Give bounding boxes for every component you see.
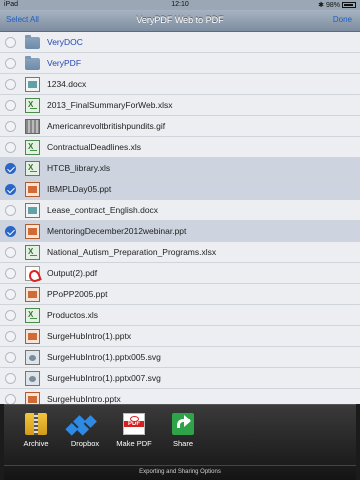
clock: 12:10 [171, 1, 189, 8]
list-item[interactable]: IBMPLDay05.ppt [0, 179, 360, 200]
list-item[interactable]: SurgeHubIntro(1).pptx005.svg [0, 347, 360, 368]
file-name: SurgeHubIntro(1).pptx005.svg [47, 352, 161, 362]
file-name: SurgeHubIntro(1).pptx [47, 331, 132, 341]
bluetooth-icon: ✱ [318, 2, 324, 9]
doc-icon [25, 203, 40, 218]
xls-icon [25, 98, 40, 113]
checkmark-icon[interactable] [5, 163, 16, 174]
checkmark-icon[interactable] [5, 226, 16, 237]
status-bar: iPad 12:10 ✱ 98% [0, 0, 360, 10]
checkbox-circle-icon[interactable] [5, 394, 16, 404]
list-item[interactable]: VeryDOC [0, 32, 360, 53]
file-name: HTCB_library.xls [47, 163, 111, 173]
list-item[interactable]: National_Autism_Preparation_Programs.xls… [0, 242, 360, 263]
list-item[interactable]: SurgeHubIntro(1).pptx007.svg [0, 368, 360, 389]
folder-icon [25, 35, 40, 49]
archive-button[interactable]: Archive [16, 413, 56, 448]
divider [4, 465, 356, 466]
file-name: MentoringDecember2012webinar.ppt [47, 226, 187, 236]
checkbox-circle-icon[interactable] [5, 205, 16, 216]
folder-icon [25, 56, 40, 70]
navigation-bar: Select All VeryPDF Web to PDF Done [0, 10, 360, 32]
checkbox-circle-icon[interactable] [5, 310, 16, 321]
list-item[interactable]: HTCB_library.xls [0, 158, 360, 179]
ppt-icon [25, 287, 40, 302]
file-name: Output(2).pdf [47, 268, 98, 278]
list-item[interactable]: Americanrevoltbritishpundits.gif [0, 116, 360, 137]
xls-icon [25, 308, 40, 323]
list-item[interactable]: 2013_FinalSummaryForWeb.xlsx [0, 95, 360, 116]
file-name: IBMPLDay05.ppt [47, 184, 112, 194]
file-name: SurgeHubIntro(1).pptx007.svg [47, 373, 161, 383]
file-name: Americanrevoltbritishpundits.gif [47, 121, 166, 131]
list-item[interactable]: SurgeHubIntro.pptx [0, 389, 360, 404]
checkbox-circle-icon[interactable] [5, 37, 16, 48]
list-item[interactable]: 1234.docx [0, 74, 360, 95]
battery-indicator: ✱ 98% [318, 1, 356, 9]
done-button[interactable]: Done [333, 15, 352, 24]
list-item[interactable]: Productos.xls [0, 305, 360, 326]
checkbox-circle-icon[interactable] [5, 373, 16, 384]
pdf-icon [25, 266, 40, 281]
checkbox-circle-icon[interactable] [5, 331, 16, 342]
file-name: VeryPDF [47, 58, 82, 68]
file-name: Productos.xls [47, 310, 99, 320]
list-item[interactable]: SurgeHubIntro(1).pptx [0, 326, 360, 347]
checkbox-circle-icon[interactable] [5, 289, 16, 300]
make-pdf-button[interactable]: Make PDF [114, 413, 154, 448]
checkbox-circle-icon[interactable] [5, 58, 16, 69]
dropbox-label: Dropbox [70, 439, 100, 448]
checkbox-circle-icon[interactable] [5, 121, 16, 132]
ppt-icon [25, 224, 40, 239]
dropbox-icon [74, 413, 96, 435]
ppt-icon [25, 182, 40, 197]
list-item[interactable]: ContractualDeadlines.xls [0, 137, 360, 158]
svg-icon [25, 350, 40, 365]
pdf-icon [123, 413, 145, 435]
archive-label: Archive [23, 439, 49, 448]
dropbox-button[interactable]: Dropbox [65, 413, 105, 448]
page-title: VeryPDF Web to PDF [136, 15, 224, 25]
ppt-icon [25, 329, 40, 344]
checkbox-circle-icon[interactable] [5, 268, 16, 279]
file-name: 2013_FinalSummaryForWeb.xlsx [47, 100, 173, 110]
checkbox-circle-icon[interactable] [5, 352, 16, 363]
file-name: 1234.docx [47, 79, 87, 89]
file-name: Lease_contract_English.docx [47, 205, 159, 215]
image-icon [25, 119, 40, 134]
list-item[interactable]: PPoPP2005.ppt [0, 284, 360, 305]
battery-icon [342, 2, 356, 8]
file-name: ContractualDeadlines.xls [47, 142, 142, 152]
xls-icon [25, 245, 40, 260]
checkbox-circle-icon[interactable] [5, 79, 16, 90]
file-name: VeryDOC [47, 37, 83, 47]
battery-percent: 98% [325, 1, 340, 9]
share-icon [172, 413, 194, 435]
file-name: PPoPP2005.ppt [47, 289, 108, 299]
make-pdf-label: Make PDF [116, 439, 152, 448]
checkbox-circle-icon[interactable] [5, 142, 16, 153]
list-item[interactable]: MentoringDecember2012webinar.ppt [0, 221, 360, 242]
archive-icon [25, 413, 47, 435]
file-name: National_Autism_Preparation_Programs.xls… [47, 247, 217, 257]
file-list[interactable]: VeryDOC VeryPDF 1234.docx 2013_FinalSummary… [0, 32, 360, 404]
xls-icon [25, 161, 40, 176]
ppt-icon [25, 392, 40, 404]
share-label: Share [172, 439, 193, 448]
list-item[interactable]: Lease_contract_English.docx [0, 200, 360, 221]
checkbox-circle-icon[interactable] [5, 100, 16, 111]
list-item[interactable]: VeryPDF [0, 53, 360, 74]
export-sheet: Archive Dropbox Make PDF Share Exporting… [0, 404, 360, 480]
xls-icon [25, 140, 40, 155]
checkbox-circle-icon[interactable] [5, 247, 16, 258]
checkmark-icon[interactable] [5, 184, 16, 195]
share-button[interactable]: Share [163, 413, 203, 448]
list-item[interactable]: Output(2).pdf [0, 263, 360, 284]
file-name: SurgeHubIntro.pptx [47, 394, 121, 404]
doc-icon [25, 77, 40, 92]
svg-icon [25, 371, 40, 386]
sheet-caption: Exporting and Sharing Options [139, 469, 221, 475]
